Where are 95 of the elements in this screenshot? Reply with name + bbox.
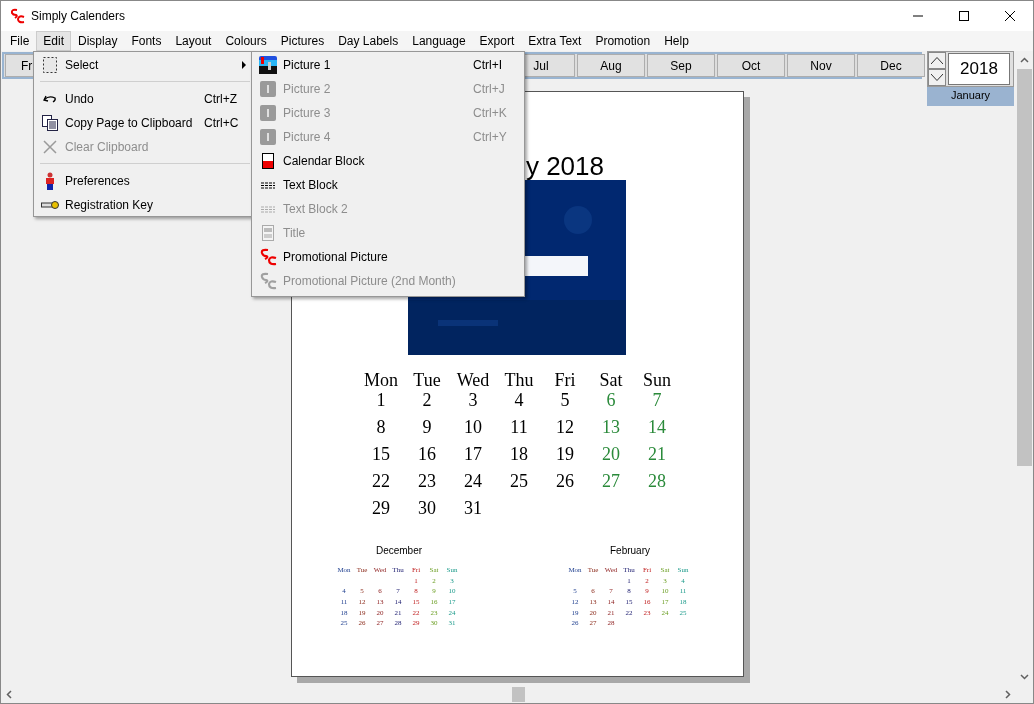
calendar-day: 3 xyxy=(450,390,496,417)
close-icon[interactable] xyxy=(1004,10,1016,22)
menu-entry[interactable]: Registration Key xyxy=(36,193,250,217)
month-button[interactable]: Nov xyxy=(787,54,855,77)
maximize-icon[interactable] xyxy=(958,10,970,22)
key-icon xyxy=(41,200,59,210)
weekday-label: Mon xyxy=(363,370,399,390)
menu-entry[interactable]: Copy Page to Clipboard Ctrl+C xyxy=(36,111,250,135)
menu-item[interactable]: Language xyxy=(405,31,473,51)
calendar-day: 8 xyxy=(358,417,404,444)
text-lines-icon xyxy=(261,205,275,213)
weekday-label: Thu xyxy=(503,370,535,390)
app-logo-icon xyxy=(9,8,25,24)
picture-icon xyxy=(259,56,277,74)
copy-icon xyxy=(42,115,58,131)
calendar-day: 16 xyxy=(404,444,450,471)
calendar-day: 7 xyxy=(634,390,680,417)
calendar-day: 27 xyxy=(588,471,634,498)
calendar-day: 13 xyxy=(588,417,634,444)
calendar-day: 14 xyxy=(634,417,680,444)
menu-entry[interactable]: Undo Ctrl+Z xyxy=(36,87,250,111)
menu-item[interactable]: Colours xyxy=(218,31,274,51)
month-label: January xyxy=(927,87,1014,106)
calendar-day: 9 xyxy=(404,417,450,444)
weekday-label: Sun xyxy=(642,370,672,390)
year-field[interactable]: 2018 xyxy=(948,53,1010,85)
menu-item[interactable]: Fonts xyxy=(124,31,169,51)
chevron-down-icon xyxy=(931,74,943,81)
calendar-day: 11 xyxy=(496,417,542,444)
scrollbar-thumb[interactable] xyxy=(1017,69,1032,466)
calendar-day: 21 xyxy=(634,444,680,471)
picture-placeholder-icon xyxy=(260,81,276,97)
month-button[interactable]: Dec xyxy=(857,54,925,77)
menu-item[interactable]: Day Labels xyxy=(331,31,406,51)
calendar-day: 15 xyxy=(358,444,404,471)
calendar-day: 22 xyxy=(358,471,404,498)
menu-entry[interactable]: Preferences xyxy=(36,169,250,193)
calendar-day: 20 xyxy=(588,444,634,471)
year-up-button[interactable] xyxy=(928,52,946,69)
menu-entry[interactable]: Text Block xyxy=(254,173,522,197)
calendar-day: 19 xyxy=(542,444,588,471)
calendar-title: y 2018 xyxy=(525,151,604,181)
calendar-day: 28 xyxy=(634,471,680,498)
person-icon xyxy=(45,172,55,190)
calendar-day: 17 xyxy=(450,444,496,471)
menu-item[interactable]: Pictures xyxy=(273,31,332,51)
calendar-day: 26 xyxy=(542,471,588,498)
calendar-day: 30 xyxy=(404,498,450,525)
weekday-label: Fri xyxy=(553,370,577,390)
menu-entry[interactable]: Promotional Picture xyxy=(254,245,522,269)
calendar-block-icon xyxy=(262,153,274,169)
calendar-day: 29 xyxy=(358,498,404,525)
selection-icon xyxy=(43,57,57,73)
menu-item[interactable]: Promotion xyxy=(588,31,658,51)
weekday-label: Wed xyxy=(455,370,491,390)
month-button[interactable]: Oct xyxy=(717,54,785,77)
calendar-day: 6 xyxy=(588,390,634,417)
menu-item[interactable]: Edit xyxy=(36,31,72,51)
calendar-day: 31 xyxy=(450,498,496,525)
scrollbar-thumb[interactable] xyxy=(512,686,525,702)
calendar-day: 23 xyxy=(404,471,450,498)
calendar-day: 25 xyxy=(496,471,542,498)
picture-placeholder-icon xyxy=(260,129,276,145)
menu-item[interactable]: Extra Text xyxy=(521,31,589,51)
calendar-day: 24 xyxy=(450,471,496,498)
calendar-day: 12 xyxy=(542,417,588,444)
menu-item[interactable]: File xyxy=(3,31,37,51)
calendar-day: 5 xyxy=(542,390,588,417)
menu-entry[interactable]: Calendar Block xyxy=(254,149,522,173)
app-logo-icon xyxy=(259,248,277,266)
menu-item[interactable]: Layout xyxy=(168,31,219,51)
text-lines-icon xyxy=(261,181,275,189)
cross-icon xyxy=(43,140,57,154)
menu-item[interactable]: Display xyxy=(71,31,125,51)
weekday-label: Sat xyxy=(598,370,624,390)
menu-entry[interactable]: Select xyxy=(36,53,250,77)
calendar-day: 4 xyxy=(496,390,542,417)
month-button[interactable]: Aug xyxy=(577,54,645,77)
calendar-day: 2 xyxy=(404,390,450,417)
page-icon xyxy=(262,225,274,241)
app-logo-icon xyxy=(259,272,277,290)
mini-calendar-title: February xyxy=(610,545,650,556)
year-down-button[interactable] xyxy=(928,69,946,86)
weekday-label: Tue xyxy=(412,370,442,390)
mini-calendar-title: December xyxy=(375,545,423,556)
menu-item[interactable]: Help xyxy=(657,31,696,51)
window-title: Simply Calenders xyxy=(31,9,126,23)
picture-placeholder-icon xyxy=(260,105,276,121)
calendar-day: 1 xyxy=(358,390,404,417)
undo-icon xyxy=(43,94,57,104)
calendar-day: 18 xyxy=(496,444,542,471)
calendar-day: 10 xyxy=(450,417,496,444)
menu-item[interactable]: Export xyxy=(472,31,522,51)
month-button[interactable]: Sep xyxy=(647,54,715,77)
chevron-up-icon xyxy=(931,57,943,64)
